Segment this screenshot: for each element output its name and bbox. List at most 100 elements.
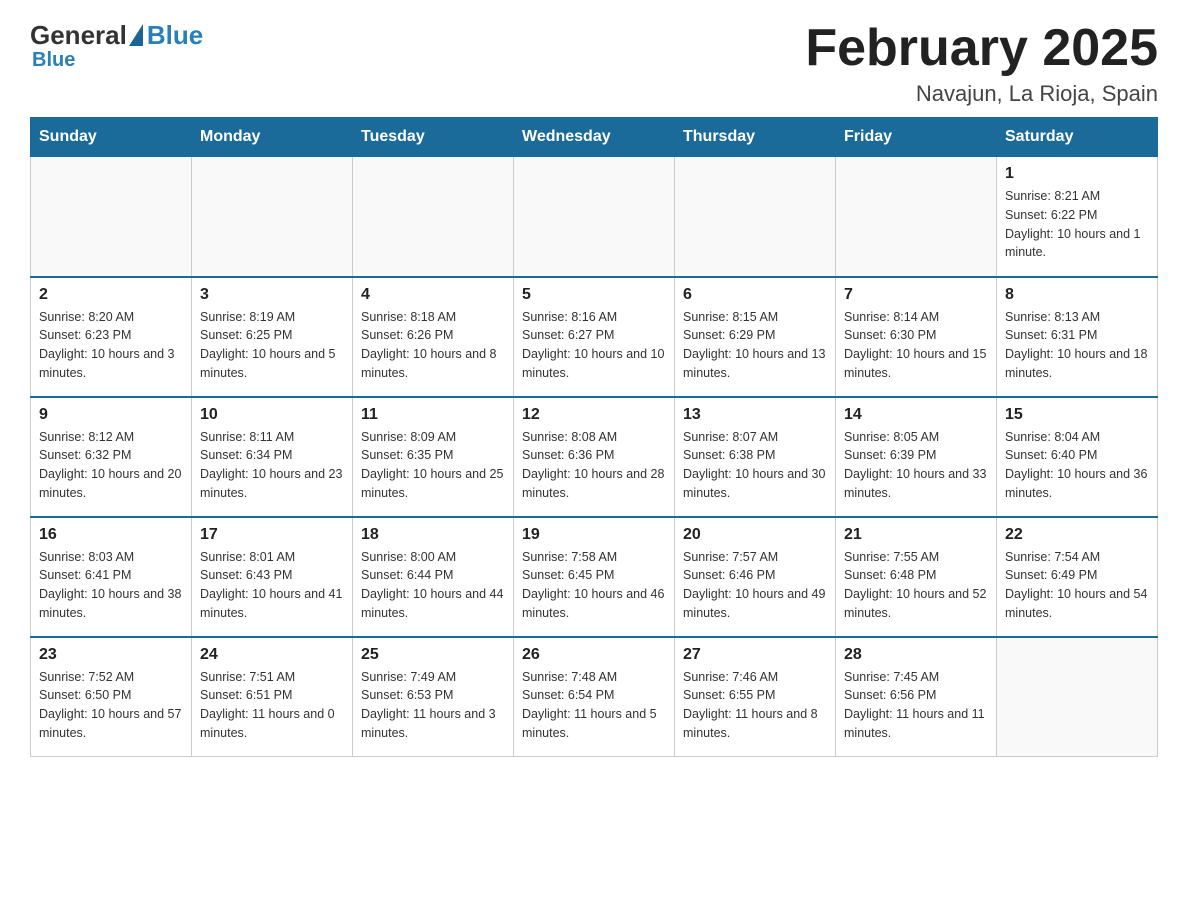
- day-number: 14: [844, 406, 988, 424]
- calendar-cell: 26 Sunrise: 7:48 AMSunset: 6:54 PMDayligh…: [514, 637, 675, 757]
- calendar-cell: 8 Sunrise: 8:13 AMSunset: 6:31 PMDaylight…: [997, 277, 1158, 397]
- day-info: Sunrise: 8:18 AMSunset: 6:26 PMDaylight:…: [361, 308, 505, 383]
- calendar-cell: [192, 157, 353, 277]
- calendar-cell: 27 Sunrise: 7:46 AMSunset: 6:55 PMDayligh…: [675, 637, 836, 757]
- calendar-cell: 9 Sunrise: 8:12 AMSunset: 6:32 PMDaylight…: [31, 397, 192, 517]
- calendar-cell: 15Sunrise: 8:04 AMSunset: 6:40 PMDayligh…: [997, 397, 1158, 517]
- header-thursday: Thursday: [675, 118, 836, 157]
- calendar-cell: 10 Sunrise: 8:11 AMSunset: 6:34 PMDayligh…: [192, 397, 353, 517]
- calendar-cell: 16 Sunrise: 8:03 AMSunset: 6:41 PMDayligh…: [31, 517, 192, 637]
- title-section: February 2025 Navajun, La Rioja, Spain: [805, 20, 1158, 107]
- day-number: 16: [39, 526, 183, 544]
- day-number: 2: [39, 286, 183, 304]
- header-sunday: Sunday: [31, 118, 192, 157]
- day-number: 10: [200, 406, 344, 424]
- calendar-week-row: 1 Sunrise: 8:21 AMSunset: 6:22 PMDaylight…: [31, 157, 1158, 277]
- day-number: 7: [844, 286, 988, 304]
- day-number: 3: [200, 286, 344, 304]
- day-info: Sunrise: 7:51 AMSunset: 6:51 PMDaylight:…: [200, 668, 344, 743]
- calendar-cell: 7 Sunrise: 8:14 AMSunset: 6:30 PMDaylight…: [836, 277, 997, 397]
- day-info: Sunrise: 8:01 AMSunset: 6:43 PMDaylight:…: [200, 548, 344, 623]
- calendar-cell: 23Sunrise: 7:52 AMSunset: 6:50 PMDayligh…: [31, 637, 192, 757]
- calendar-week-row: 23Sunrise: 7:52 AMSunset: 6:50 PMDayligh…: [31, 637, 1158, 757]
- day-info: Sunrise: 8:04 AMSunset: 6:40 PMDaylight:…: [1005, 428, 1149, 503]
- calendar-cell: 21Sunrise: 7:55 AMSunset: 6:48 PMDayligh…: [836, 517, 997, 637]
- day-info: Sunrise: 8:13 AMSunset: 6:31 PMDaylight:…: [1005, 308, 1149, 383]
- logo-triangle-icon: [129, 24, 143, 46]
- day-info: Sunrise: 8:21 AMSunset: 6:22 PMDaylight:…: [1005, 187, 1149, 262]
- day-number: 23: [39, 646, 183, 664]
- day-number: 20: [683, 526, 827, 544]
- day-number: 8: [1005, 286, 1149, 304]
- day-number: 22: [1005, 526, 1149, 544]
- calendar-week-row: 9 Sunrise: 8:12 AMSunset: 6:32 PMDaylight…: [31, 397, 1158, 517]
- day-number: 6: [683, 286, 827, 304]
- calendar-cell: 2 Sunrise: 8:20 AMSunset: 6:23 PMDaylight…: [31, 277, 192, 397]
- calendar-cell: 11 Sunrise: 8:09 AMSunset: 6:35 PMDayligh…: [353, 397, 514, 517]
- calendar-cell: 5Sunrise: 8:16 AMSunset: 6:27 PMDaylight…: [514, 277, 675, 397]
- calendar-title: February 2025: [805, 20, 1158, 77]
- day-info: Sunrise: 8:07 AMSunset: 6:38 PMDaylight:…: [683, 428, 827, 503]
- day-number: 27: [683, 646, 827, 664]
- calendar-cell: 19 Sunrise: 7:58 AMSunset: 6:45 PMDayligh…: [514, 517, 675, 637]
- day-info: Sunrise: 8:11 AMSunset: 6:34 PMDaylight:…: [200, 428, 344, 503]
- day-info: Sunrise: 7:57 AMSunset: 6:46 PMDaylight:…: [683, 548, 827, 623]
- calendar-header-row: Sunday Monday Tuesday Wednesday Thursday…: [31, 118, 1158, 157]
- day-number: 21: [844, 526, 988, 544]
- day-info: Sunrise: 7:46 AMSunset: 6:55 PMDaylight:…: [683, 668, 827, 743]
- day-number: 19: [522, 526, 666, 544]
- calendar-cell: 24Sunrise: 7:51 AMSunset: 6:51 PMDayligh…: [192, 637, 353, 757]
- day-number: 12: [522, 406, 666, 424]
- day-number: 25: [361, 646, 505, 664]
- calendar-cell: 22 Sunrise: 7:54 AMSunset: 6:49 PMDayligh…: [997, 517, 1158, 637]
- day-info: Sunrise: 8:12 AMSunset: 6:32 PMDaylight:…: [39, 428, 183, 503]
- day-number: 28: [844, 646, 988, 664]
- day-number: 11: [361, 406, 505, 424]
- day-number: 18: [361, 526, 505, 544]
- header-wednesday: Wednesday: [514, 118, 675, 157]
- logo-blue: Blue: [147, 20, 203, 51]
- day-info: Sunrise: 8:20 AMSunset: 6:23 PMDaylight:…: [39, 308, 183, 383]
- calendar-cell: 14 Sunrise: 8:05 AMSunset: 6:39 PMDayligh…: [836, 397, 997, 517]
- day-info: Sunrise: 8:03 AMSunset: 6:41 PMDaylight:…: [39, 548, 183, 623]
- calendar-cell: [31, 157, 192, 277]
- day-number: 4: [361, 286, 505, 304]
- day-number: 26: [522, 646, 666, 664]
- day-info: Sunrise: 7:54 AMSunset: 6:49 PMDaylight:…: [1005, 548, 1149, 623]
- calendar-week-row: 16 Sunrise: 8:03 AMSunset: 6:41 PMDayligh…: [31, 517, 1158, 637]
- day-info: Sunrise: 8:05 AMSunset: 6:39 PMDaylight:…: [844, 428, 988, 503]
- day-info: Sunrise: 7:58 AMSunset: 6:45 PMDaylight:…: [522, 548, 666, 623]
- day-info: Sunrise: 8:00 AMSunset: 6:44 PMDaylight:…: [361, 548, 505, 623]
- calendar-cell: 25 Sunrise: 7:49 AMSunset: 6:53 PMDayligh…: [353, 637, 514, 757]
- day-number: 1: [1005, 165, 1149, 183]
- day-info: Sunrise: 7:45 AMSunset: 6:56 PMDaylight:…: [844, 668, 988, 743]
- calendar-cell: [675, 157, 836, 277]
- day-number: 9: [39, 406, 183, 424]
- calendar-cell: 3Sunrise: 8:19 AMSunset: 6:25 PMDaylight…: [192, 277, 353, 397]
- calendar-cell: 20 Sunrise: 7:57 AMSunset: 6:46 PMDayligh…: [675, 517, 836, 637]
- header-tuesday: Tuesday: [353, 118, 514, 157]
- calendar-table: Sunday Monday Tuesday Wednesday Thursday…: [30, 117, 1158, 757]
- day-info: Sunrise: 8:14 AMSunset: 6:30 PMDaylight:…: [844, 308, 988, 383]
- header-monday: Monday: [192, 118, 353, 157]
- day-number: 17: [200, 526, 344, 544]
- calendar-cell: 18 Sunrise: 8:00 AMSunset: 6:44 PMDayligh…: [353, 517, 514, 637]
- day-info: Sunrise: 7:48 AMSunset: 6:54 PMDaylight:…: [522, 668, 666, 743]
- day-info: Sunrise: 8:08 AMSunset: 6:36 PMDaylight:…: [522, 428, 666, 503]
- day-info: Sunrise: 8:09 AMSunset: 6:35 PMDaylight:…: [361, 428, 505, 503]
- calendar-cell: 17 Sunrise: 8:01 AMSunset: 6:43 PMDayligh…: [192, 517, 353, 637]
- day-info: Sunrise: 8:15 AMSunset: 6:29 PMDaylight:…: [683, 308, 827, 383]
- calendar-cell: 6 Sunrise: 8:15 AMSunset: 6:29 PMDaylight…: [675, 277, 836, 397]
- logo: General Blue Blue: [30, 20, 203, 72]
- header-saturday: Saturday: [997, 118, 1158, 157]
- calendar-cell: [997, 637, 1158, 757]
- day-info: Sunrise: 8:16 AMSunset: 6:27 PMDaylight:…: [522, 308, 666, 383]
- calendar-cell: 13Sunrise: 8:07 AMSunset: 6:38 PMDayligh…: [675, 397, 836, 517]
- calendar-cell: [514, 157, 675, 277]
- calendar-cell: 4 Sunrise: 8:18 AMSunset: 6:26 PMDaylight…: [353, 277, 514, 397]
- day-info: Sunrise: 7:49 AMSunset: 6:53 PMDaylight:…: [361, 668, 505, 743]
- calendar-cell: [836, 157, 997, 277]
- header-friday: Friday: [836, 118, 997, 157]
- logo-subtitle-blue: Blue: [32, 49, 75, 72]
- calendar-cell: 28 Sunrise: 7:45 AMSunset: 6:56 PMDayligh…: [836, 637, 997, 757]
